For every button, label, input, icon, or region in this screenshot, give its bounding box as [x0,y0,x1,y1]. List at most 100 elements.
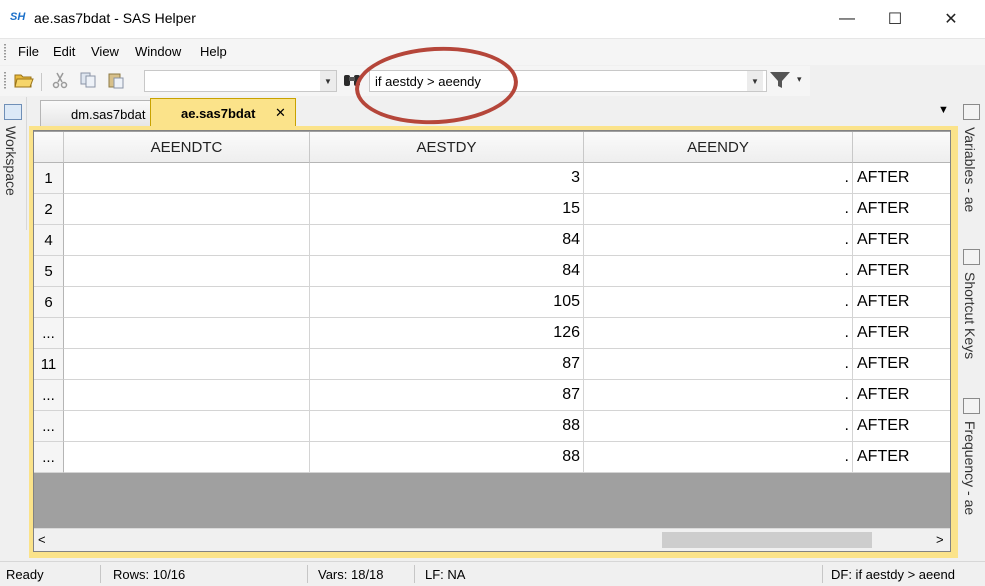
cell-aeendy[interactable]: . [584,225,853,256]
cell-partial-column[interactable]: AFTER [853,225,950,256]
column-header-aeendtc[interactable]: AEENDTC [64,132,310,163]
copy-icon[interactable] [77,70,99,90]
table-row[interactable]: ... 87. AFTER [34,380,950,411]
cut-icon[interactable] [49,70,71,90]
menu-edit[interactable]: Edit [53,44,75,59]
cell-aeendy[interactable]: . [584,287,853,318]
row-number[interactable]: 2 [34,194,64,225]
cell-aeendtc[interactable] [64,287,310,318]
cell-aeendtc[interactable] [64,349,310,380]
cell-aeendy[interactable]: . [584,256,853,287]
row-number[interactable]: ... [34,318,64,349]
cell-aeendtc[interactable] [64,225,310,256]
cell-partial-column[interactable]: AFTER [853,318,950,349]
row-number[interactable]: ... [34,411,64,442]
open-folder-icon[interactable] [13,70,35,90]
cell-partial-column[interactable]: AFTER [853,194,950,225]
cell-aeendtc[interactable] [64,163,310,194]
scroll-right-arrow-icon[interactable]: > [936,532,944,547]
cell-partial-column[interactable]: AFTER [853,442,950,473]
row-number[interactable]: 5 [34,256,64,287]
table-row[interactable]: ... 126. AFTER [34,318,950,349]
table-row[interactable]: 5 84. AFTER [34,256,950,287]
paste-icon[interactable] [105,70,127,90]
column-header-partial[interactable]: A [853,132,950,163]
workspace-panel-tab[interactable]: Workspace [0,97,27,230]
cell-aeendy[interactable]: . [584,318,853,349]
workspace-label: Workspace [3,126,19,196]
scroll-left-arrow-icon[interactable]: < [38,532,46,547]
row-number[interactable]: 11 [34,349,64,380]
shortcut-keys-icon[interactable] [963,249,980,265]
minimize-button[interactable]: — [824,0,870,38]
maximize-icon: ☐ [887,11,903,28]
cell-aeendy[interactable]: . [584,163,853,194]
table-row[interactable]: 1 3. AFTER [34,163,950,194]
cell-aeendy[interactable]: . [584,349,853,380]
tab-ae-sas7bdat[interactable]: ae.sas7bdat ✕ [150,98,296,127]
grid-corner[interactable] [34,132,64,163]
cell-aeendtc[interactable] [64,442,310,473]
cell-aestdy[interactable]: 88 [310,442,584,473]
maximize-button[interactable]: ☐ [872,0,918,38]
cell-partial-column[interactable]: AFTER [853,287,950,318]
cell-aeendy[interactable]: . [584,194,853,225]
table-row[interactable]: 6 105. AFTER [34,287,950,318]
table-row[interactable]: 2 15. AFTER [34,194,950,225]
tab-list-dropdown-icon[interactable]: ▼ [938,104,949,116]
row-number[interactable]: ... [34,442,64,473]
table-row[interactable]: ... 88. AFTER [34,411,950,442]
cell-partial-column[interactable]: AFTER [853,349,950,380]
horizontal-scrollbar[interactable]: < > [34,528,950,551]
filter-dropdown-arrow[interactable]: ▼ [747,71,763,91]
cell-aestdy[interactable]: 87 [310,380,584,411]
cell-aeendtc[interactable] [64,380,310,411]
filter-icon[interactable] [766,70,794,90]
column-header-aestdy[interactable]: AESTDY [310,132,584,163]
cell-aestdy[interactable]: 84 [310,225,584,256]
cell-aestdy[interactable]: 15 [310,194,584,225]
cell-aeendtc[interactable] [64,318,310,349]
column-header-aeendy[interactable]: AEENDY [584,132,853,163]
cell-aeendtc[interactable] [64,411,310,442]
cell-partial-column[interactable]: AFTER [853,380,950,411]
row-number[interactable]: 1 [34,163,64,194]
cell-aestdy[interactable]: 88 [310,411,584,442]
table-row[interactable]: 4 84. AFTER [34,225,950,256]
cell-aeendy[interactable]: . [584,442,853,473]
row-number[interactable]: ... [34,380,64,411]
variables-panel-tab[interactable]: Variables - ae [962,127,978,212]
frequency-panel-tab[interactable]: Frequency - ae [962,421,978,515]
close-button[interactable]: ✕ [928,0,974,38]
tab-close-icon[interactable]: ✕ [275,105,286,121]
cell-aestdy[interactable]: 3 [310,163,584,194]
cell-aeendy[interactable]: . [584,411,853,442]
cell-aestdy[interactable]: 105 [310,287,584,318]
find-combo[interactable] [144,70,337,92]
row-number[interactable]: 4 [34,225,64,256]
cell-aestdy[interactable]: 126 [310,318,584,349]
cell-aeendtc[interactable] [64,194,310,225]
cell-partial-column[interactable]: AFTER [853,163,950,194]
cell-aeendy[interactable]: . [584,380,853,411]
cell-aestdy[interactable]: 87 [310,349,584,380]
toolbar-overflow-icon[interactable]: ▾ [797,74,802,85]
cell-partial-column[interactable]: AFTER [853,256,950,287]
cell-aeendtc[interactable] [64,256,310,287]
scrollbar-thumb[interactable] [662,532,872,548]
cell-aestdy[interactable]: 84 [310,256,584,287]
tab-label: ae.sas7bdat [181,106,256,121]
menu-file[interactable]: File [18,44,39,59]
variables-panel-icon[interactable] [963,104,980,120]
menu-window[interactable]: Window [135,44,181,59]
frequency-panel-icon[interactable] [963,398,980,414]
table-row[interactable]: ... 88. AFTER [34,442,950,473]
table-row[interactable]: 11 87. AFTER [34,349,950,380]
tab-dm-sas7bdat[interactable]: dm.sas7bdat [40,100,158,126]
cell-partial-column[interactable]: AFTER [853,411,950,442]
shortcut-keys-panel-tab[interactable]: Shortcut Keys [962,272,978,359]
row-number[interactable]: 6 [34,287,64,318]
menu-help[interactable]: Help [200,44,227,59]
find-dropdown-arrow[interactable]: ▼ [320,71,336,91]
menu-view[interactable]: View [91,44,119,59]
